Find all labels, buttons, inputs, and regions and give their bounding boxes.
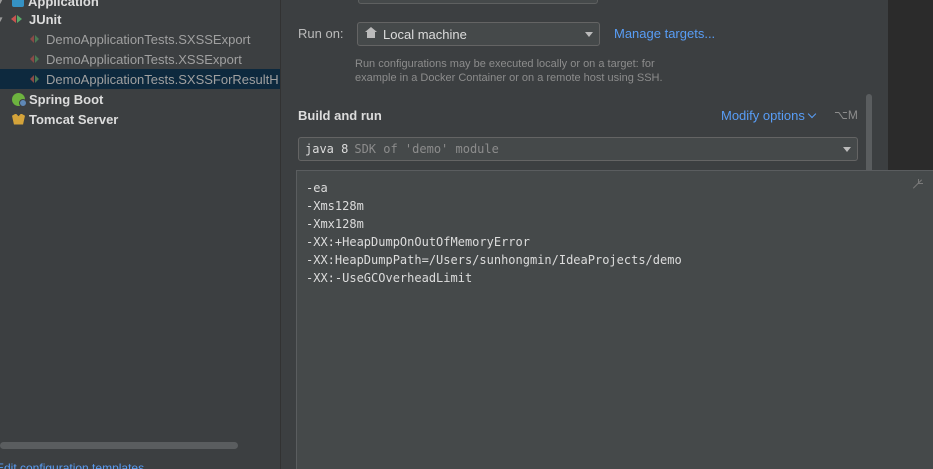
tree-item-test-sxssforresult[interactable]: DemoApplicationTests.SXSSForResultH: [0, 69, 280, 89]
run-config-tree: ▾ Application ▾ JUnit DemoApplicationTes…: [0, 0, 281, 469]
modify-options-label: Modify options: [721, 108, 805, 123]
modify-options-shortcut: ⌥M: [834, 108, 858, 122]
collapse-icon[interactable]: [913, 179, 923, 189]
application-icon: [12, 0, 24, 7]
build-and-run-heading: Build and run: [298, 108, 382, 123]
vm-options-editor[interactable]: -ea -Xms128m -Xmx128m -XX:+HeapDumpOnOut…: [296, 170, 933, 469]
tree-item-tomcat-server[interactable]: Tomcat Server: [0, 109, 280, 129]
dropdown-arrow-icon: [843, 147, 851, 152]
run-on-label: Run on:: [298, 26, 344, 41]
expand-arrow-icon[interactable]: ▾: [0, 0, 6, 7]
vm-option-line: -Xms128m: [306, 199, 364, 213]
vm-option-line: -XX:HeapDumpPath=/Users/sunhongmin/IdeaP…: [306, 253, 682, 267]
junit-test-icon: [30, 33, 42, 45]
vm-options-text[interactable]: -ea -Xms128m -Xmx128m -XX:+HeapDumpOnOut…: [306, 179, 682, 287]
jre-source: SDK of 'demo' module: [354, 142, 499, 156]
manage-targets-link[interactable]: Manage targets...: [614, 26, 715, 41]
run-on-select[interactable]: Local machine: [357, 22, 600, 46]
tree-item-junit[interactable]: ▾ JUnit: [0, 9, 280, 29]
home-icon: [365, 27, 377, 39]
tree-item-test-xssexport[interactable]: DemoApplicationTests.XSSExport: [0, 49, 280, 69]
vm-option-line: -XX:+HeapDumpOnOutOfMemoryError: [306, 235, 530, 249]
name-field[interactable]: [358, 0, 598, 4]
vm-option-line: -Xmx128m: [306, 217, 364, 231]
tree-item-test-sxssexport[interactable]: DemoApplicationTests.SXSSExport: [0, 29, 280, 49]
dropdown-arrow-icon: [585, 32, 593, 37]
tomcat-icon: [12, 113, 25, 125]
panel-edge: [888, 0, 933, 175]
modify-options-link[interactable]: Modify options: [721, 108, 817, 123]
vm-option-line: -XX:-UseGCOverheadLimit: [306, 271, 473, 285]
edit-templates-link[interactable]: Edit configuration templates...: [0, 461, 154, 469]
vertical-scrollbar[interactable]: [866, 94, 872, 174]
junit-test-icon: [30, 73, 42, 85]
jre-version: java 8: [305, 142, 349, 156]
spring-boot-icon: [12, 92, 27, 107]
tree-item-spring-boot[interactable]: Spring Boot: [0, 89, 280, 109]
run-on-hint: Run configurations may be executed local…: [355, 58, 663, 84]
jre-select[interactable]: java 8 SDK of 'demo' module: [298, 137, 858, 161]
expand-arrow-icon[interactable]: ▾: [0, 14, 6, 25]
junit-test-icon: [30, 53, 42, 65]
horizontal-scrollbar[interactable]: [0, 442, 238, 449]
run-on-value: Local machine: [383, 26, 467, 42]
chevron-down-icon: [807, 109, 817, 118]
junit-icon: [11, 13, 25, 25]
vm-option-line: -ea: [306, 181, 328, 195]
